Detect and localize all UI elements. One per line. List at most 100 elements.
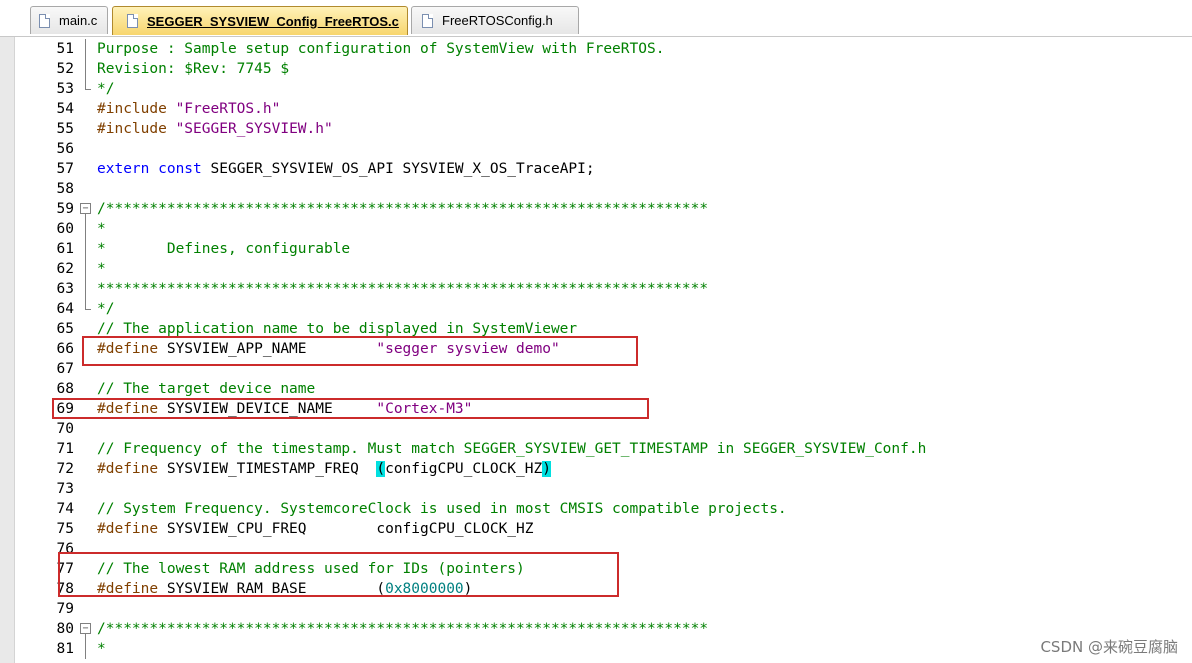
line-number: 80 xyxy=(56,621,74,637)
code-token: ****************************************… xyxy=(97,281,709,297)
line-number: 64 xyxy=(56,301,74,317)
code-line[interactable]: 59 /*************************************… xyxy=(0,199,1192,219)
line-number: 55 xyxy=(56,121,74,137)
code-line[interactable]: 71 // Frequency of the timestamp. Must ma… xyxy=(0,439,1192,459)
code-token: Revision: $Rev: 7745 $ xyxy=(97,61,290,77)
line-number: 54 xyxy=(56,101,74,117)
code-line[interactable]: 68 // The target device name xyxy=(0,379,1192,399)
line-number: 59 xyxy=(56,201,74,217)
line-number: 65 xyxy=(56,321,74,337)
line-number: 53 xyxy=(56,81,74,97)
code-line[interactable]: 62 * xyxy=(0,259,1192,279)
tab-main-c[interactable]: main.c xyxy=(30,6,108,34)
line-number: 72 xyxy=(56,461,74,477)
code-line[interactable]: 57 extern const SEGGER_SYSVIEW_OS_API SYS… xyxy=(0,159,1192,179)
line-number: 57 xyxy=(56,161,74,177)
editor-tab-bar: main.c SEGGER_SYSVIEW_Config_FreeRTOS.c … xyxy=(0,0,1192,37)
line-number: 70 xyxy=(56,421,74,437)
code-token: #define xyxy=(97,461,167,477)
code-token: * xyxy=(97,221,106,237)
code-line[interactable]: 63 **************************************… xyxy=(0,279,1192,299)
tab-label: FreeRTOSConfig.h xyxy=(442,13,553,28)
code-token: SEGGER_SYSVIEW_OS_API SYSVIEW_X_OS_Trace… xyxy=(210,161,595,177)
tab-freertosconfig-h[interactable]: FreeRTOSConfig.h xyxy=(411,6,579,34)
tab-segger-sysview-config-freertos-c[interactable]: SEGGER_SYSVIEW_Config_FreeRTOS.c xyxy=(112,6,408,35)
fold-line xyxy=(79,639,93,659)
code-line[interactable]: 54 #include "FreeRTOS.h" xyxy=(0,99,1192,119)
fold-line xyxy=(79,39,93,59)
code-text: // Frequency of the timestamp. Must matc… xyxy=(97,439,926,459)
code-token: #define xyxy=(97,521,167,537)
code-text: ****************************************… xyxy=(97,279,708,299)
code-token: configCPU_CLOCK_HZ xyxy=(385,461,543,477)
fold-toggle-icon[interactable] xyxy=(79,199,93,219)
fold-line xyxy=(79,59,93,79)
code-line[interactable]: 79 xyxy=(0,599,1192,619)
code-token: * xyxy=(97,261,106,277)
code-line[interactable]: 80 /*************************************… xyxy=(0,619,1192,639)
code-line[interactable]: 70 xyxy=(0,419,1192,439)
code-token: */ xyxy=(97,81,115,97)
code-line[interactable]: 56 xyxy=(0,139,1192,159)
code-token: "SEGGER_SYSVIEW.h" xyxy=(175,121,333,137)
code-text: #define SYSVIEW_TIMESTAMP_FREQ (configCP… xyxy=(97,459,551,479)
code-line[interactable]: 72 #define SYSVIEW_TIMESTAMP_FREQ (config… xyxy=(0,459,1192,479)
fold-toggle-icon[interactable] xyxy=(79,619,93,639)
code-line[interactable]: 61 * Defines, configurable xyxy=(0,239,1192,259)
code-line[interactable]: 58 xyxy=(0,179,1192,199)
code-text: Purpose : Sample setup configuration of … xyxy=(97,39,664,59)
watermark: CSDN @来碗豆腐脑 xyxy=(1040,638,1178,656)
code-line[interactable]: 51 Purpose : Sample setup configuration o… xyxy=(0,39,1192,59)
code-text: * xyxy=(97,639,106,659)
code-text: // The target device name xyxy=(97,379,315,399)
c-file-icon xyxy=(127,14,138,28)
code-text: /***************************************… xyxy=(97,199,708,219)
code-token: "FreeRTOS.h" xyxy=(175,101,281,117)
code-text: Revision: $Rev: 7745 $ xyxy=(97,59,289,79)
line-number: 63 xyxy=(56,281,74,297)
line-number: 58 xyxy=(56,181,74,197)
code-token: // The application name to be displayed … xyxy=(97,321,578,337)
code-token: #include xyxy=(97,101,176,117)
line-number: 81 xyxy=(56,641,74,657)
c-file-icon xyxy=(39,13,50,28)
fold-line xyxy=(79,79,93,99)
code-line[interactable]: 73 xyxy=(0,479,1192,499)
code-token: extern const xyxy=(97,161,211,177)
code-token: #include xyxy=(97,121,176,137)
code-token: ( xyxy=(376,461,386,477)
line-number: 61 xyxy=(56,241,74,257)
code-line[interactable]: 55 #include "SEGGER_SYSVIEW.h" xyxy=(0,119,1192,139)
code-token: /***************************************… xyxy=(97,201,709,217)
code-line[interactable]: 53 */ xyxy=(0,79,1192,99)
code-token: * xyxy=(97,641,106,657)
line-number: 51 xyxy=(56,41,74,57)
code-text: */ xyxy=(97,299,114,319)
line-number: 75 xyxy=(56,521,74,537)
fold-line xyxy=(79,279,93,299)
line-number: 73 xyxy=(56,481,74,497)
line-number: 60 xyxy=(56,221,74,237)
code-line[interactable]: 81 * xyxy=(0,639,1192,659)
code-token: * Defines, configurable xyxy=(97,241,351,257)
code-text: extern const SEGGER_SYSVIEW_OS_API SYSVI… xyxy=(97,159,595,179)
code-line[interactable]: 52 Revision: $Rev: 7745 $ xyxy=(0,59,1192,79)
fold-line xyxy=(79,239,93,259)
code-editor[interactable]: 51 Purpose : Sample setup configuration o… xyxy=(0,37,1192,663)
line-number: 62 xyxy=(56,261,74,277)
code-text: /***************************************… xyxy=(97,619,708,639)
code-line[interactable]: 75 #define SYSVIEW_CPU_FREQ configCPU_CLO… xyxy=(0,519,1192,539)
line-number: 67 xyxy=(56,361,74,377)
code-text: // System Frequency. SystemcoreClock is … xyxy=(97,499,787,519)
line-number: 66 xyxy=(56,341,74,357)
code-text: * xyxy=(97,219,106,239)
fold-line xyxy=(79,219,93,239)
code-token: Purpose : Sample setup configuration of … xyxy=(97,41,665,57)
code-line[interactable]: 64 */ xyxy=(0,299,1192,319)
code-token: /***************************************… xyxy=(97,621,709,637)
line-number: 74 xyxy=(56,501,74,517)
fold-line xyxy=(79,299,93,319)
code-line[interactable]: 60 * xyxy=(0,219,1192,239)
code-token: SYSVIEW_CPU_FREQ configCPU_CLOCK_HZ xyxy=(166,521,534,537)
code-line[interactable]: 74 // System Frequency. SystemcoreClock i… xyxy=(0,499,1192,519)
